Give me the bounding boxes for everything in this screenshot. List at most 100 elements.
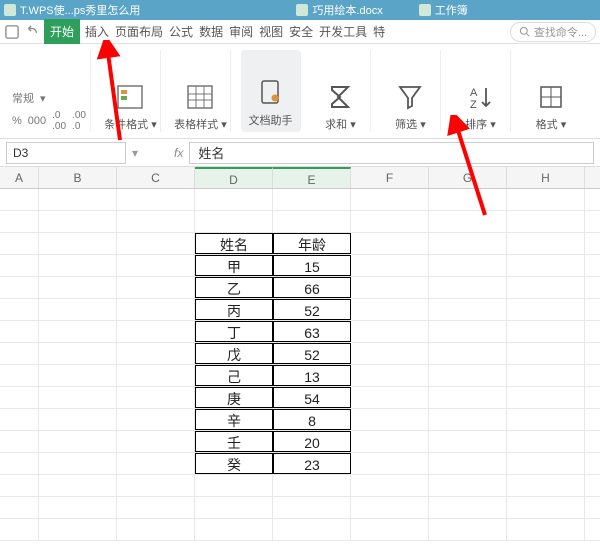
table-cell-age[interactable]: 52 (273, 343, 351, 364)
fx-icon[interactable]: fx (174, 146, 183, 160)
cell[interactable] (429, 475, 507, 496)
cell[interactable] (117, 475, 195, 496)
window-tab-more[interactable]: 工作簿 (419, 2, 468, 18)
cell[interactable] (351, 255, 429, 276)
table-cell-age[interactable]: 66 (273, 277, 351, 298)
cell[interactable] (0, 519, 39, 540)
cell[interactable] (507, 453, 585, 474)
table-cell-name[interactable]: 癸 (195, 453, 273, 474)
cell[interactable] (117, 343, 195, 364)
table-cell-name[interactable]: 己 (195, 365, 273, 386)
table-cell-age[interactable]: 63 (273, 321, 351, 342)
cell[interactable] (0, 497, 39, 518)
cell[interactable] (195, 497, 273, 518)
tab-dev-tools[interactable]: 开发工具 (318, 21, 368, 42)
command-search[interactable]: 查找命令... (510, 22, 596, 42)
cell[interactable] (39, 453, 117, 474)
cell[interactable] (429, 233, 507, 254)
cell[interactable] (117, 189, 195, 210)
cell[interactable] (507, 211, 585, 232)
cell[interactable] (351, 497, 429, 518)
cell[interactable] (39, 365, 117, 386)
cell[interactable] (351, 211, 429, 232)
cell[interactable] (117, 255, 195, 276)
cell[interactable] (507, 277, 585, 298)
cell[interactable] (507, 233, 585, 254)
cell[interactable] (351, 277, 429, 298)
cell[interactable] (195, 519, 273, 540)
table-style-button[interactable]: 表格样式 ▾ (171, 50, 231, 132)
cell[interactable] (273, 475, 351, 496)
table-cell-name[interactable]: 乙 (195, 277, 273, 298)
tab-page-layout[interactable]: 页面布局 (114, 21, 164, 42)
cell[interactable] (351, 233, 429, 254)
cell[interactable] (507, 189, 585, 210)
cell[interactable] (351, 431, 429, 452)
sort-button[interactable]: AZ 排序 ▾ (451, 50, 511, 132)
table-cell-age[interactable]: 54 (273, 387, 351, 408)
tab-security[interactable]: 安全 (288, 21, 314, 42)
cell[interactable] (273, 189, 351, 210)
formula-input[interactable]: 姓名 (189, 142, 594, 164)
cell[interactable] (429, 431, 507, 452)
tab-more[interactable]: 特 (372, 21, 386, 42)
cell[interactable] (117, 365, 195, 386)
table-cell-age[interactable]: 52 (273, 299, 351, 320)
cell[interactable] (39, 189, 117, 210)
save-icon[interactable] (4, 24, 20, 40)
cell[interactable] (507, 409, 585, 430)
cell[interactable] (351, 453, 429, 474)
cell[interactable] (429, 299, 507, 320)
cell[interactable] (39, 475, 117, 496)
name-box[interactable]: D3 (6, 142, 126, 164)
cell[interactable] (351, 519, 429, 540)
cell[interactable] (429, 409, 507, 430)
col-A[interactable]: A (0, 167, 39, 188)
col-B[interactable]: B (39, 167, 117, 188)
cell[interactable] (39, 233, 117, 254)
cell[interactable] (273, 211, 351, 232)
cell[interactable] (195, 475, 273, 496)
filter-button[interactable]: 筛选 ▾ (381, 50, 441, 132)
number-format-label[interactable]: 常规 (12, 90, 34, 106)
table-cell-name[interactable]: 庚 (195, 387, 273, 408)
cell[interactable] (351, 343, 429, 364)
cell[interactable] (351, 409, 429, 430)
cell[interactable] (351, 321, 429, 342)
increase-decimal-icon[interactable]: .00.0 (72, 110, 86, 132)
cell[interactable] (39, 431, 117, 452)
cell[interactable] (429, 343, 507, 364)
col-H[interactable]: H (507, 167, 585, 188)
doc-helper-button[interactable]: 文档助手 (241, 50, 301, 132)
cell[interactable] (39, 387, 117, 408)
name-box-dropdown[interactable]: ▾ (132, 146, 138, 160)
cell[interactable] (0, 343, 39, 364)
cell[interactable] (507, 387, 585, 408)
cell[interactable] (429, 321, 507, 342)
cell[interactable] (507, 343, 585, 364)
cell[interactable] (39, 497, 117, 518)
tab-data[interactable]: 数据 (198, 21, 224, 42)
cell[interactable] (429, 277, 507, 298)
cell[interactable] (429, 497, 507, 518)
cell[interactable] (117, 387, 195, 408)
decrease-decimal-icon[interactable]: .0.00 (52, 110, 66, 132)
table-cell-age[interactable]: 13 (273, 365, 351, 386)
cell[interactable] (39, 299, 117, 320)
cell[interactable] (39, 321, 117, 342)
col-E[interactable]: E (273, 167, 351, 188)
cell[interactable] (0, 365, 39, 386)
cell[interactable] (429, 365, 507, 386)
comma-icon[interactable]: 000 (28, 115, 46, 127)
cell[interactable] (117, 233, 195, 254)
cell[interactable] (507, 255, 585, 276)
format-button[interactable]: 格式 ▾ (521, 50, 581, 132)
cell[interactable] (507, 497, 585, 518)
table-cell-age[interactable]: 8 (273, 409, 351, 430)
cell[interactable] (0, 431, 39, 452)
cell[interactable] (117, 321, 195, 342)
cell[interactable] (117, 497, 195, 518)
cell[interactable] (117, 277, 195, 298)
table-cell-age[interactable]: 23 (273, 453, 351, 474)
cell[interactable] (429, 387, 507, 408)
